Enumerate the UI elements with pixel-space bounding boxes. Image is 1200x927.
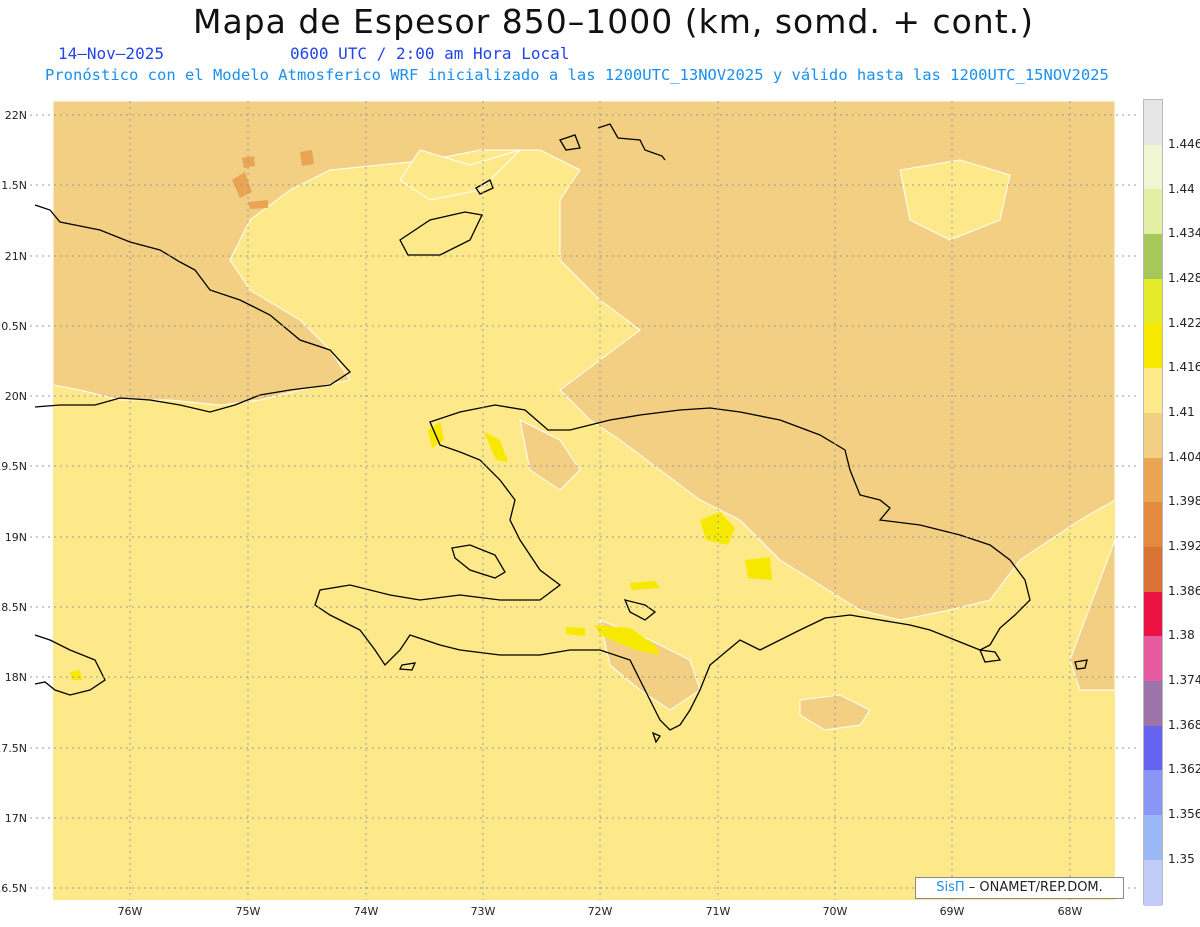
lat-label: 17.5N — [0, 742, 27, 755]
colorbar-label: 1.398 — [1168, 494, 1200, 508]
colorbar-segment — [1144, 368, 1162, 413]
colorbar-segment — [1144, 100, 1162, 145]
colorbar-segment — [1144, 323, 1162, 368]
credit-brand: SisΠ — [936, 880, 965, 895]
colorbar-segment — [1144, 189, 1162, 234]
colorbar-segment — [1144, 413, 1162, 458]
lat-label: 22N — [5, 109, 27, 122]
colorbar-label: 1.422 — [1168, 316, 1200, 330]
colorbar-label: 1.428 — [1168, 271, 1200, 285]
colorbar-label: 1.434 — [1168, 226, 1200, 240]
colorbar-label: 1.368 — [1168, 718, 1200, 732]
lon-label: 70W — [823, 905, 848, 918]
lat-label: 21.5N — [0, 179, 27, 192]
colorbar-segment — [1144, 458, 1162, 502]
colorbar-label: 1.416 — [1168, 360, 1200, 374]
colorbar-segment — [1144, 726, 1162, 770]
lat-label: 20.5N — [0, 320, 27, 333]
lat-label: 21N — [5, 250, 27, 263]
colorbar-segment — [1144, 279, 1162, 323]
longitude-labels: 76W 75W 74W 73W 72W 71W 70W 69W 68W — [118, 905, 1083, 918]
colorbar-segment — [1144, 770, 1162, 815]
lon-label: 73W — [471, 905, 496, 918]
colorbar-segment — [1144, 145, 1162, 189]
colorbar — [1143, 99, 1163, 906]
lat-label: 20N — [5, 390, 27, 403]
lat-label: 19.5N — [0, 460, 27, 473]
colorbar-segment — [1144, 815, 1162, 860]
colorbar-label: 1.362 — [1168, 762, 1200, 776]
lon-label: 72W — [588, 905, 613, 918]
colorbar-segment — [1144, 592, 1162, 636]
lat-label: 18N — [5, 671, 27, 684]
colorbar-segment — [1144, 681, 1162, 726]
colorbar-label: 1.404 — [1168, 450, 1200, 464]
colorbar-segment — [1144, 547, 1162, 592]
colorbar-label: 1.386 — [1168, 584, 1200, 598]
colorbar-label: 1.44 — [1168, 182, 1195, 196]
colorbar-label: 1.35 — [1168, 852, 1195, 866]
colorbar-label: 1.392 — [1168, 539, 1200, 553]
lon-label: 76W — [118, 905, 143, 918]
colorbar-segment — [1144, 636, 1162, 681]
latitude-labels: 22N 21.5N 21N 20.5N 20N 19.5N 19N 18.5N … — [0, 109, 27, 895]
colorbar-label: 1.38 — [1168, 628, 1195, 642]
lon-label: 71W — [706, 905, 731, 918]
lat-label: 17N — [5, 812, 27, 825]
thickness-map: 22N 21.5N 21N 20.5N 20N 19.5N 19N 18.5N … — [0, 100, 1140, 918]
credit-box: SisΠ – ONAMET/REP.DOM. — [915, 877, 1124, 899]
colorbar-label: 1.374 — [1168, 673, 1200, 687]
colorbar-label: 1.356 — [1168, 807, 1200, 821]
lon-label: 68W — [1058, 905, 1083, 918]
colorbar-label: 1.446 — [1168, 137, 1200, 151]
colorbar-label: 1.41 — [1168, 405, 1195, 419]
lon-label: 69W — [940, 905, 965, 918]
lon-label: 74W — [354, 905, 379, 918]
colorbar-segment — [1144, 234, 1162, 279]
colorbar-segment — [1144, 502, 1162, 547]
lon-label: 75W — [236, 905, 261, 918]
credit-text: – ONAMET/REP.DOM. — [968, 880, 1103, 895]
colorbar-segment — [1144, 860, 1162, 906]
lat-label: 19N — [5, 531, 27, 544]
lat-label: 16.5N — [0, 882, 27, 895]
lat-label: 18.5N — [0, 601, 27, 614]
